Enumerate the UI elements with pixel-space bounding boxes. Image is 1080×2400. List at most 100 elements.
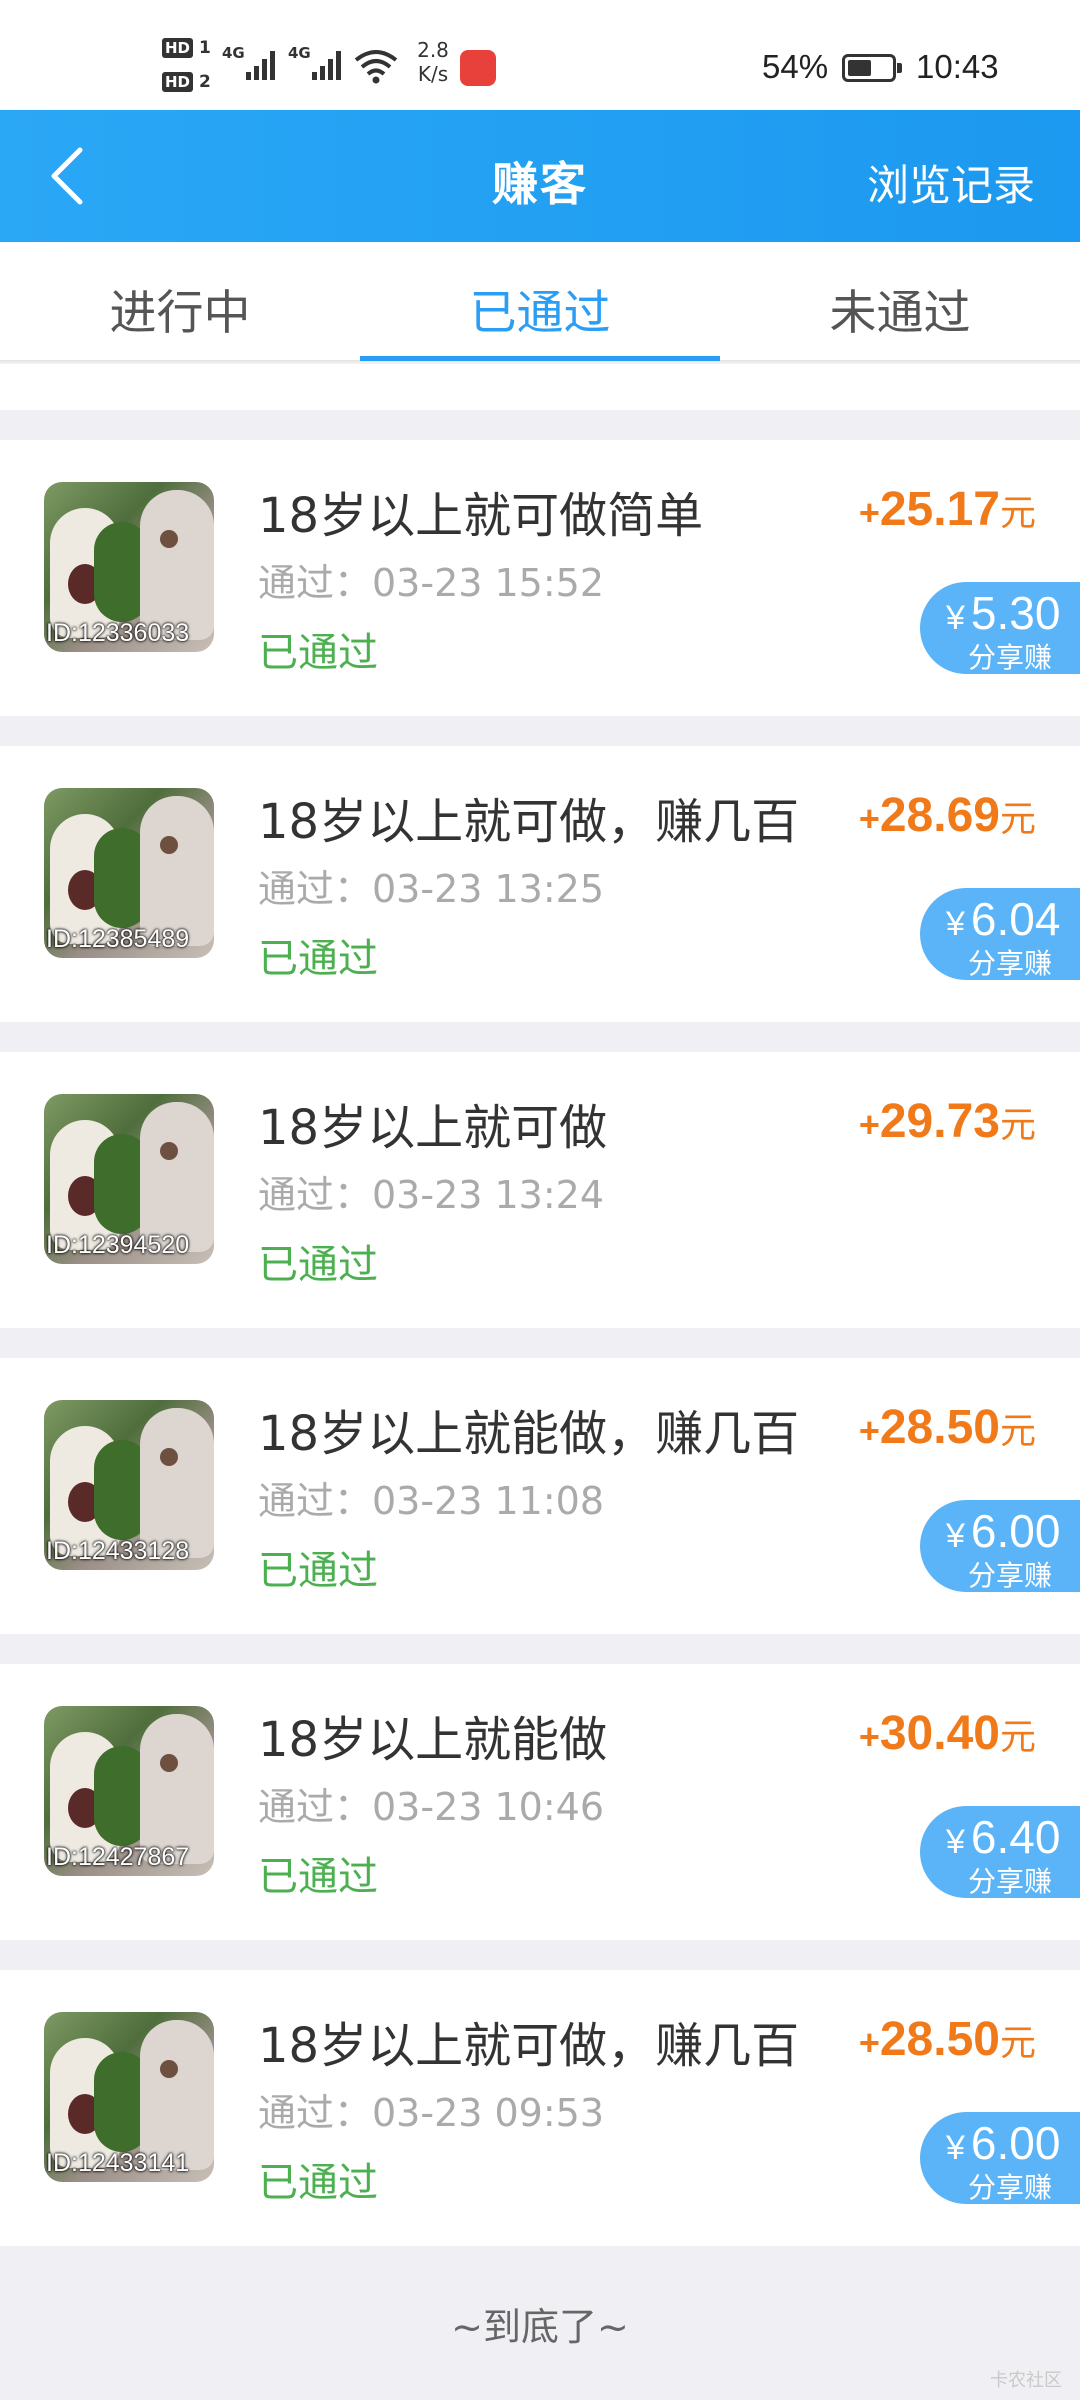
- reward-amount: +28.69元: [859, 788, 1036, 843]
- reward-value: 25.17: [879, 483, 1000, 536]
- task-title: 18岁以上就可做，赚几百: [258, 2018, 800, 2074]
- task-thumbnail: ID:12427867: [44, 1706, 214, 1876]
- task-id: ID:12385489: [46, 925, 190, 953]
- watermark: 卡农社区: [990, 2370, 1062, 2391]
- list-scroll-edge: [0, 364, 1080, 410]
- battery-icon: [842, 54, 902, 82]
- battery-level: [848, 60, 871, 76]
- reward-unit: 元: [999, 1411, 1036, 1452]
- hd-indicator-2: HD 2: [162, 72, 212, 94]
- share-label: 分享赚: [968, 1865, 1053, 1898]
- share-amount: ¥6.40: [946, 1810, 1060, 1864]
- share-earn-button[interactable]: ¥6.40 分享赚: [920, 1806, 1080, 1898]
- speed-unit: K/s: [417, 62, 449, 86]
- hd-label: HD: [162, 38, 194, 58]
- task-card[interactable]: ID:12394520 18岁以上就可做 通过：03-23 13:24 已通过 …: [0, 1052, 1080, 1328]
- reward-plus-sign: +: [858, 492, 880, 533]
- reward-unit: 元: [999, 1105, 1036, 1146]
- task-thumbnail: ID:12385489: [44, 788, 214, 958]
- status-bar: HD 1 HD 2 4G 4G 2.8 K/s 54% 10:43: [0, 0, 1080, 110]
- share-amount: ¥6.04: [946, 892, 1060, 946]
- tab-in-progress[interactable]: 进行中: [0, 274, 360, 343]
- end-of-list-text: ~到底了~: [451, 2305, 629, 2349]
- hd-slot-number: 2: [198, 72, 211, 92]
- yen-symbol: ¥: [946, 599, 965, 637]
- task-id: ID:12427867: [46, 1843, 190, 1871]
- task-approved-time: 通过：03-23 13:25: [258, 867, 605, 911]
- task-id: ID:12336033: [46, 619, 190, 647]
- task-thumbnail: ID:12433128: [44, 1400, 214, 1570]
- share-earn-button[interactable]: ¥5.30 分享赚: [920, 582, 1080, 674]
- share-value: 5.30: [970, 587, 1061, 639]
- task-card[interactable]: ID:12433141 18岁以上就可做，赚几百 通过：03-23 09:53 …: [0, 1970, 1080, 2246]
- share-value: 6.40: [970, 1811, 1061, 1863]
- tab-approved[interactable]: 已通过: [360, 274, 720, 343]
- task-title: 18岁以上就可做简单: [258, 488, 704, 544]
- reward-amount: +28.50元: [859, 2012, 1036, 2067]
- wifi-icon: [354, 50, 398, 84]
- task-title: 18岁以上就可做，赚几百: [258, 794, 800, 850]
- share-label: 分享赚: [968, 1559, 1053, 1592]
- task-status: 已通过: [258, 1548, 378, 1594]
- task-title: 18岁以上就能做，赚几百: [258, 1406, 800, 1462]
- reward-unit: 元: [999, 2023, 1036, 2064]
- yen-symbol: ¥: [946, 2129, 965, 2167]
- reward-amount: +30.40元: [859, 1706, 1036, 1761]
- battery-percent: 54%: [762, 48, 829, 85]
- task-card[interactable]: ID:12427867 18岁以上就能做 通过：03-23 10:46 已通过 …: [0, 1664, 1080, 1940]
- task-approved-time: 通过：03-23 11:08: [258, 1479, 605, 1523]
- reward-value: 28.50: [879, 1401, 1000, 1454]
- reward-plus-sign: +: [858, 798, 880, 839]
- task-status: 已通过: [258, 936, 378, 982]
- task-card[interactable]: ID:12433128 18岁以上就能做，赚几百 通过：03-23 11:08 …: [0, 1358, 1080, 1634]
- hd-slot-number: 1: [198, 38, 211, 58]
- task-id: ID:12394520: [46, 1231, 190, 1259]
- task-approved-time: 通过：03-23 15:52: [258, 561, 605, 605]
- hd-indicator-1: HD 1: [162, 38, 212, 60]
- share-label: 分享赚: [968, 947, 1053, 980]
- task-thumbnail: ID:12394520: [44, 1094, 214, 1264]
- task-thumbnail: ID:12433141: [44, 2012, 214, 2182]
- active-tab-indicator: [360, 356, 720, 361]
- network-speed: 2.8 K/s: [408, 38, 458, 86]
- reward-value: 30.40: [879, 1707, 1000, 1760]
- share-label: 分享赚: [968, 2171, 1053, 2204]
- task-status: 已通过: [258, 1854, 378, 1900]
- reward-plus-sign: +: [858, 1104, 880, 1145]
- task-thumbnail: ID:12336033: [44, 482, 214, 652]
- task-status: 已通过: [258, 630, 378, 676]
- share-label: 分享赚: [968, 641, 1053, 674]
- task-approved-time: 通过：03-23 09:53: [258, 2091, 605, 2135]
- share-earn-button[interactable]: ¥6.00 分享赚: [920, 2112, 1080, 2204]
- speed-value: 2.8: [417, 38, 449, 62]
- reward-unit: 元: [999, 799, 1036, 840]
- share-earn-button[interactable]: ¥6.04 分享赚: [920, 888, 1080, 980]
- yen-symbol: ¥: [946, 1823, 965, 1861]
- share-amount: ¥6.00: [946, 2116, 1060, 2170]
- share-earn-button[interactable]: ¥6.00 分享赚: [920, 1500, 1080, 1592]
- task-status: 已通过: [258, 2160, 378, 2206]
- task-status: 已通过: [258, 1242, 378, 1288]
- reward-plus-sign: +: [858, 2022, 880, 2063]
- reward-value: 28.50: [879, 2013, 1000, 2066]
- browse-history-button[interactable]: 浏览记录: [867, 152, 1035, 213]
- task-title: 18岁以上就能做: [258, 1712, 608, 1768]
- hd-label: HD: [162, 72, 194, 92]
- task-card[interactable]: ID:12336033 18岁以上就可做简单 通过：03-23 15:52 已通…: [0, 440, 1080, 716]
- task-card[interactable]: ID:12385489 18岁以上就可做，赚几百 通过：03-23 13:25 …: [0, 746, 1080, 1022]
- reward-plus-sign: +: [858, 1716, 880, 1757]
- app-store-icon: [460, 50, 496, 86]
- reward-amount: +29.73元: [859, 1094, 1036, 1149]
- yen-symbol: ¥: [946, 1517, 965, 1555]
- tab-bar: 进行中 已通过 未通过: [0, 242, 1080, 362]
- yen-symbol: ¥: [946, 905, 965, 943]
- reward-value: 28.69: [879, 789, 1000, 842]
- task-title: 18岁以上就可做: [258, 1100, 608, 1156]
- reward-amount: +25.17元: [859, 482, 1036, 537]
- reward-value: 29.73: [879, 1095, 1000, 1148]
- reward-unit: 元: [999, 493, 1036, 534]
- share-amount: ¥5.30: [946, 586, 1060, 640]
- task-approved-time: 通过：03-23 13:24: [258, 1173, 605, 1217]
- tab-rejected[interactable]: 未通过: [720, 274, 1080, 343]
- task-id: ID:12433141: [46, 2149, 190, 2177]
